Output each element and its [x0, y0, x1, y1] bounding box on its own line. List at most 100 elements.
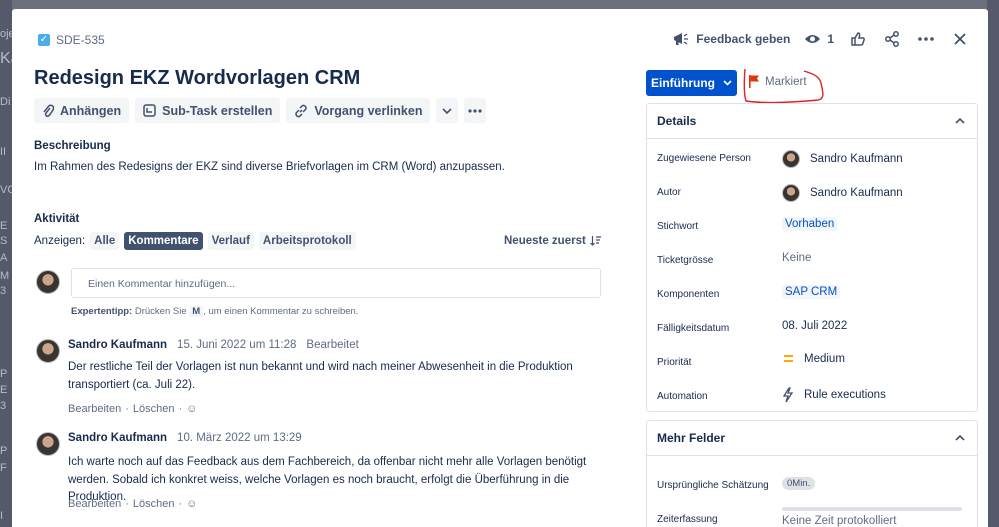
comment-meta: Sandro Kaufmann 15. Juni 2022 um 11:28 B…	[68, 339, 359, 351]
field-value-reporter[interactable]: Sandro Kaufmann	[782, 184, 903, 202]
status-dropdown[interactable]: Einführung	[646, 70, 737, 96]
backdrop-fragment: P	[0, 368, 8, 380]
description-text[interactable]: Im Rahmen des Redesigns der EKZ sind div…	[34, 161, 505, 173]
feedback-button[interactable]: Feedback geben	[673, 32, 790, 46]
tip-bold: Expertentipp:	[71, 306, 133, 317]
link-issue-label: Vorgang verlinken	[314, 103, 423, 118]
backdrop-fragment: F	[0, 462, 7, 474]
more-actions-button[interactable]	[916, 29, 936, 49]
toolbar-more-button[interactable]	[464, 98, 487, 123]
field-label-original-estimate: Ursprüngliche Schätzung	[657, 480, 769, 491]
comment-delete-link[interactable]: Löschen	[133, 498, 175, 510]
task-type-icon: ✓	[38, 34, 50, 46]
chevron-down-icon	[442, 107, 453, 114]
field-label-automation: Automation	[657, 391, 708, 402]
flag-indicator[interactable]: Markiert	[749, 75, 807, 88]
backdrop-fragment: II	[0, 146, 7, 158]
comment-tip: Expertentipp: Drücken Sie M, um einen Ko…	[71, 306, 358, 317]
comment-edited: Bearbeitet	[306, 339, 359, 351]
add-reaction-icon[interactable]: ☺	[186, 403, 197, 415]
field-label-ticket-size: Ticketgrösse	[657, 255, 714, 266]
filter-all[interactable]: Alle	[90, 232, 120, 250]
separator-dot: ·	[178, 498, 183, 510]
backdrop-fragment: P	[0, 445, 8, 457]
backdrop-fragment: S	[0, 235, 8, 247]
field-value-priority[interactable]: Medium	[782, 353, 845, 365]
field-value-assignee[interactable]: Sandro Kaufmann	[782, 150, 903, 168]
field-value-ticket-size[interactable]: Keine	[782, 252, 811, 264]
more-icon	[468, 108, 483, 113]
filter-history[interactable]: Verlauf	[207, 232, 254, 250]
filter-worklog[interactable]: Arbeitsprotokoll	[258, 232, 356, 250]
flag-icon	[749, 75, 759, 88]
activity-filter: Anzeigen: Alle Kommentare Verlauf Arbeit…	[34, 232, 356, 250]
current-user-avatar	[36, 270, 60, 294]
field-value-due-date[interactable]: 08. Juli 2022	[782, 320, 847, 332]
component-tag[interactable]: SAP CRM	[782, 285, 841, 299]
subtask-icon	[143, 104, 156, 117]
field-label-priority: Priorität	[657, 357, 692, 368]
comment-author[interactable]: Sandro Kaufmann	[68, 432, 167, 444]
assignee-name: Sandro Kaufmann	[810, 153, 903, 165]
comment-actions: Bearbeiten · Löschen · ☺	[68, 403, 197, 415]
separator-dot: ·	[178, 403, 183, 415]
chevron-up-icon	[955, 118, 965, 124]
close-button[interactable]	[950, 29, 970, 49]
watch-count: 1	[827, 32, 834, 46]
reporter-name: Sandro Kaufmann	[810, 187, 903, 199]
backdrop-fragment: I	[0, 510, 4, 522]
comment-author[interactable]: Sandro Kaufmann	[68, 339, 167, 351]
more-fields-heading: Mehr Felder	[657, 431, 726, 445]
comment-date[interactable]: 15. Juni 2022 um 11:28	[177, 339, 296, 351]
field-value-original-estimate[interactable]: 0Min.	[782, 477, 816, 490]
close-icon	[954, 33, 966, 45]
details-header[interactable]: Details	[647, 104, 977, 139]
issue-key-label: SDE-535	[56, 33, 105, 47]
comment-meta: Sandro Kaufmann 10. März 2022 um 13:29	[68, 432, 302, 444]
feedback-label: Feedback geben	[696, 32, 791, 46]
create-subtask-button[interactable]: Sub-Task erstellen	[135, 98, 281, 123]
share-button[interactable]	[882, 29, 902, 49]
comment-item: Sandro Kaufmann 10. März 2022 um 13:29 I…	[36, 432, 606, 527]
megaphone-icon	[674, 33, 689, 45]
more-fields-header[interactable]: Mehr Felder	[647, 421, 977, 456]
comment-edit-link[interactable]: Bearbeiten	[68, 403, 121, 415]
backdrop-fragment: Di	[0, 96, 11, 108]
watch-button[interactable]: 1	[804, 32, 834, 46]
due-date-value: 08. Juli 2022	[782, 320, 848, 332]
show-label: Anzeigen:	[34, 235, 86, 247]
like-button[interactable]	[848, 29, 868, 49]
top-actions: Feedback geben 1	[673, 29, 970, 49]
link-issue-dropdown[interactable]	[436, 98, 459, 123]
issue-key[interactable]: ✓ SDE-535	[38, 33, 105, 47]
comment-date[interactable]: 10. März 2022 um 13:29	[177, 432, 302, 444]
field-value-components[interactable]: SAP CRM	[782, 285, 841, 299]
details-panel: Details Zugewiesene Person Sandro Kaufma…	[646, 103, 978, 412]
link-issue-button[interactable]: Vorgang verlinken	[286, 98, 431, 123]
separator-dot: ·	[125, 498, 129, 510]
field-label-assignee: Zugewiesene Person	[657, 153, 751, 164]
comment-input[interactable]: Einen Kommentar hinzufügen...	[71, 268, 601, 298]
ticket-size-value: Keine	[782, 252, 812, 264]
lightning-icon	[782, 387, 794, 403]
backdrop-fragment: E	[0, 220, 8, 232]
field-value-label[interactable]: Vorhaben	[782, 217, 838, 231]
priority-medium-icon	[784, 355, 793, 362]
create-subtask-label: Sub-Task erstellen	[162, 103, 273, 118]
automation-value: Rule executions	[804, 389, 886, 401]
comment-delete-link[interactable]: Löschen	[133, 403, 175, 415]
label-tag[interactable]: Vorhaben	[782, 217, 838, 231]
time-tracking-bar	[782, 507, 962, 511]
filter-comments[interactable]: Kommentare	[124, 232, 203, 250]
attach-button[interactable]: Anhängen	[34, 98, 130, 123]
chevron-down-icon	[723, 80, 732, 86]
sort-toggle[interactable]: Neueste zuerst	[504, 235, 601, 247]
add-reaction-icon[interactable]: ☺	[186, 498, 197, 510]
field-label-components: Komponenten	[657, 289, 720, 300]
comment-edit-link[interactable]: Bearbeiten	[68, 498, 121, 510]
comment-avatar	[36, 339, 60, 363]
issue-title[interactable]: Redesign EKZ Wordvorlagen CRM	[34, 67, 360, 90]
issue-toolbar: Anhängen Sub-Task erstellen Vorgang verl…	[34, 98, 487, 123]
field-value-time-tracking[interactable]: Keine Zeit protokolliert	[782, 507, 962, 527]
field-value-automation[interactable]: Rule executions	[782, 387, 886, 403]
